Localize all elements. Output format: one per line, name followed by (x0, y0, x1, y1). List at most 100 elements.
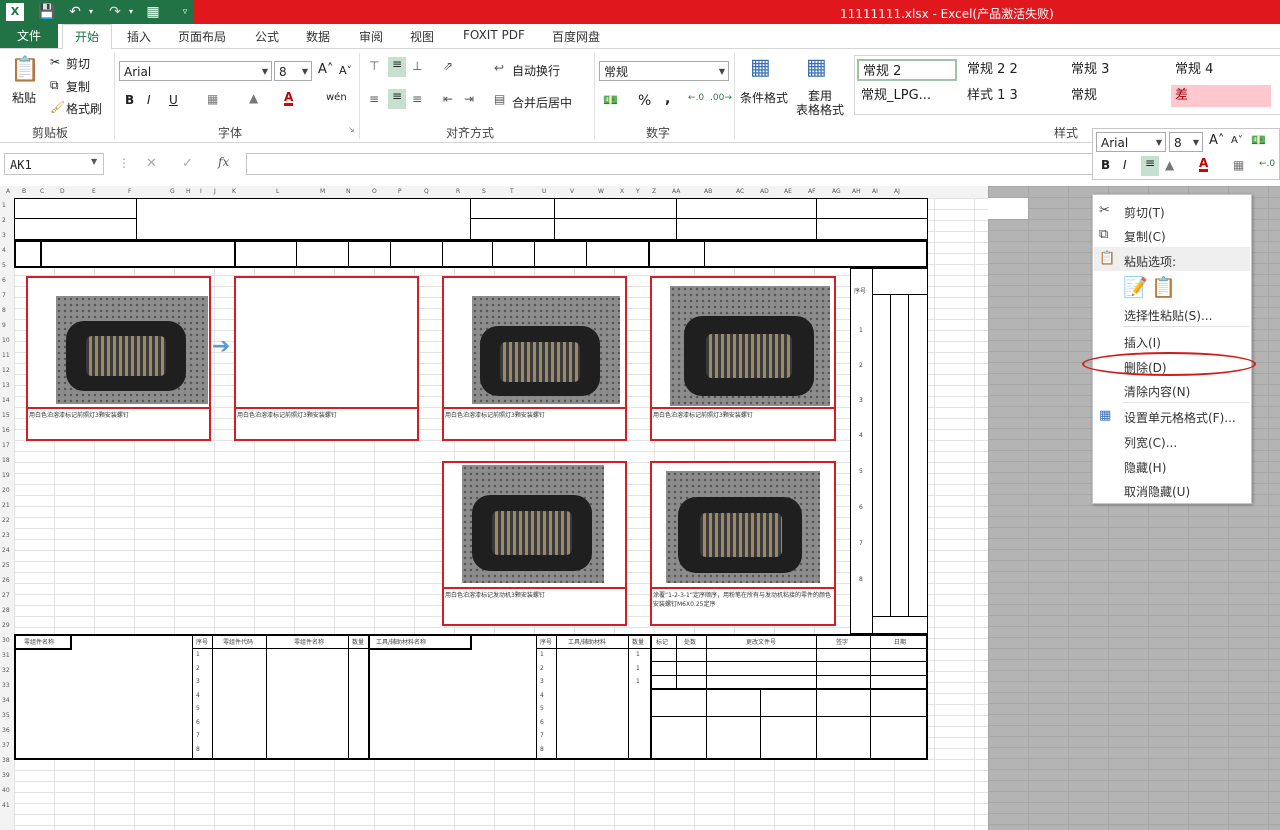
underline-button[interactable]: U (169, 93, 178, 107)
align-right-icon[interactable]: ≡ (412, 92, 422, 106)
format-painter-icon[interactable]: 🖌 (50, 100, 65, 114)
comma-button[interactable]: , (665, 91, 670, 107)
bold-button[interactable]: B (125, 93, 134, 107)
row-header-20[interactable]: 20 (2, 487, 10, 494)
style-normal[interactable]: 常规 (1067, 85, 1167, 107)
mini-font-combo[interactable]: Arial ▼ (1096, 132, 1166, 152)
row-header-1[interactable]: 1 (2, 202, 6, 209)
border-icon[interactable]: ▦ (207, 92, 218, 106)
align-middle-icon[interactable]: ≡ (388, 57, 406, 77)
tab-formulas[interactable]: 公式 (255, 28, 279, 45)
wrap-text-button[interactable]: 自动换行 (512, 62, 560, 79)
copy-button[interactable]: 复制 (66, 78, 90, 95)
decrease-indent-icon[interactable]: ⇤ (443, 92, 453, 106)
row-header-27[interactable]: 27 (2, 592, 10, 599)
column-header-af[interactable]: AF (808, 188, 816, 195)
tab-file[interactable]: 文件 (0, 24, 58, 48)
column-header-h[interactable]: H (186, 188, 191, 195)
font-dialog-launcher-icon[interactable]: ↘ (348, 125, 355, 134)
row-header-35[interactable]: 35 (2, 712, 10, 719)
undo-dropdown-icon[interactable]: ▾ (82, 3, 100, 21)
column-header-p[interactable]: P (398, 188, 402, 195)
style-normal-lpg[interactable]: 常规_LPG... (857, 85, 957, 107)
style-bad[interactable]: 差 (1171, 85, 1271, 107)
row-header-4[interactable]: 4 (2, 247, 6, 254)
style-normal-2-2[interactable]: 常规 2 2 (963, 59, 1063, 81)
menu-clear-contents[interactable]: 清除内容(N) (1124, 383, 1190, 400)
row-header-17[interactable]: 17 (2, 442, 10, 449)
style-13[interactable]: 样式 1 3 (963, 85, 1063, 107)
tab-page-layout[interactable]: 页面布局 (178, 28, 226, 45)
number-format-combo[interactable]: 常规 ▼ (599, 61, 729, 81)
row-header-18[interactable]: 18 (2, 457, 10, 464)
tab-view[interactable]: 视图 (410, 28, 434, 45)
phonetic-button[interactable]: wén (326, 92, 347, 103)
row-header-3[interactable]: 3 (2, 232, 6, 239)
mini-bold-button[interactable]: B (1101, 158, 1110, 172)
row-header-16[interactable]: 16 (2, 427, 10, 434)
column-header-ad[interactable]: AD (760, 188, 769, 195)
percent-button[interactable]: % (638, 93, 651, 109)
wrap-text-icon[interactable]: ↩ (494, 61, 504, 75)
align-bottom-icon[interactable]: ⊥ (412, 59, 422, 73)
column-header-x[interactable]: X (620, 188, 624, 195)
menu-cut[interactable]: 剪切(T) (1124, 204, 1165, 221)
decrease-decimal-icon[interactable]: .00→ (710, 93, 732, 103)
row-header-36[interactable]: 36 (2, 727, 10, 734)
mini-italic-button[interactable]: I (1123, 158, 1127, 172)
paste-icon[interactable]: 📋 (10, 55, 40, 83)
mini-border-icon[interactable]: ▦ (1233, 158, 1244, 172)
column-header-i[interactable]: I (200, 188, 202, 195)
column-header-ac[interactable]: AC (736, 188, 744, 195)
column-header-aj[interactable]: AJ (894, 188, 900, 195)
row-header-24[interactable]: 24 (2, 547, 10, 554)
formula-input[interactable] (246, 153, 1096, 175)
tab-data[interactable]: 数据 (306, 28, 330, 45)
column-header-m[interactable]: M (320, 188, 325, 195)
tab-foxit-pdf[interactable]: FOXIT PDF (463, 28, 525, 42)
column-header-b[interactable]: B (22, 188, 26, 195)
row-header-39[interactable]: 39 (2, 772, 10, 779)
row-header-23[interactable]: 23 (2, 532, 10, 539)
row-header-30[interactable]: 30 (2, 637, 10, 644)
row-header-6[interactable]: 6 (2, 277, 6, 284)
copy-icon[interactable]: ⧉ (50, 78, 59, 93)
row-header-7[interactable]: 7 (2, 292, 6, 299)
row-header-26[interactable]: 26 (2, 577, 10, 584)
name-box-dropdown-icon[interactable]: ▼ (91, 157, 97, 166)
row-header-29[interactable]: 29 (2, 622, 10, 629)
cut-button[interactable]: 剪切 (66, 55, 90, 72)
column-header-d[interactable]: D (60, 188, 65, 195)
column-header-e[interactable]: E (92, 188, 96, 195)
align-top-icon[interactable]: ⊤ (369, 59, 379, 73)
active-cell-ak1[interactable] (988, 198, 1028, 219)
mini-font-color-icon[interactable]: A (1199, 157, 1209, 172)
menu-hide[interactable]: 隐藏(H) (1124, 459, 1166, 476)
font-name-combo[interactable]: Arial ▼ (119, 61, 272, 81)
tab-review[interactable]: 审阅 (359, 28, 383, 45)
column-header-aa[interactable]: AA (672, 188, 680, 195)
menu-column-width[interactable]: 列宽(C)... (1124, 434, 1177, 451)
column-header-v[interactable]: V (570, 188, 574, 195)
row-header-38[interactable]: 38 (2, 757, 10, 764)
column-header-l[interactable]: L (276, 188, 279, 195)
tab-home[interactable]: 开始 (62, 24, 112, 49)
font-color-icon[interactable]: A (284, 91, 294, 106)
mini-shrink-font-button[interactable]: A˅ (1231, 135, 1243, 146)
grow-font-button[interactable]: A˄ (318, 62, 333, 77)
increase-indent-icon[interactable]: ⇥ (464, 92, 474, 106)
row-header-8[interactable]: 8 (2, 307, 6, 314)
menu-format-cells[interactable]: 设置单元格格式(F)... (1124, 409, 1236, 426)
column-header-c[interactable]: C (40, 188, 44, 195)
row-header-15[interactable]: 15 (2, 412, 10, 419)
mini-decimal-icon[interactable]: ←.0 (1259, 159, 1275, 169)
paste-button[interactable]: 粘贴 (12, 89, 36, 106)
column-header-o[interactable]: O (372, 188, 377, 195)
insert-function-icon[interactable]: fx (218, 155, 229, 169)
style-normal-4[interactable]: 常规 4 (1171, 59, 1271, 81)
row-header-32[interactable]: 32 (2, 667, 10, 674)
style-normal-3[interactable]: 常规 3 (1067, 59, 1167, 81)
mini-grow-font-button[interactable]: A˄ (1209, 133, 1224, 148)
row-header-41[interactable]: 41 (2, 802, 10, 809)
row-header-10[interactable]: 10 (2, 337, 10, 344)
